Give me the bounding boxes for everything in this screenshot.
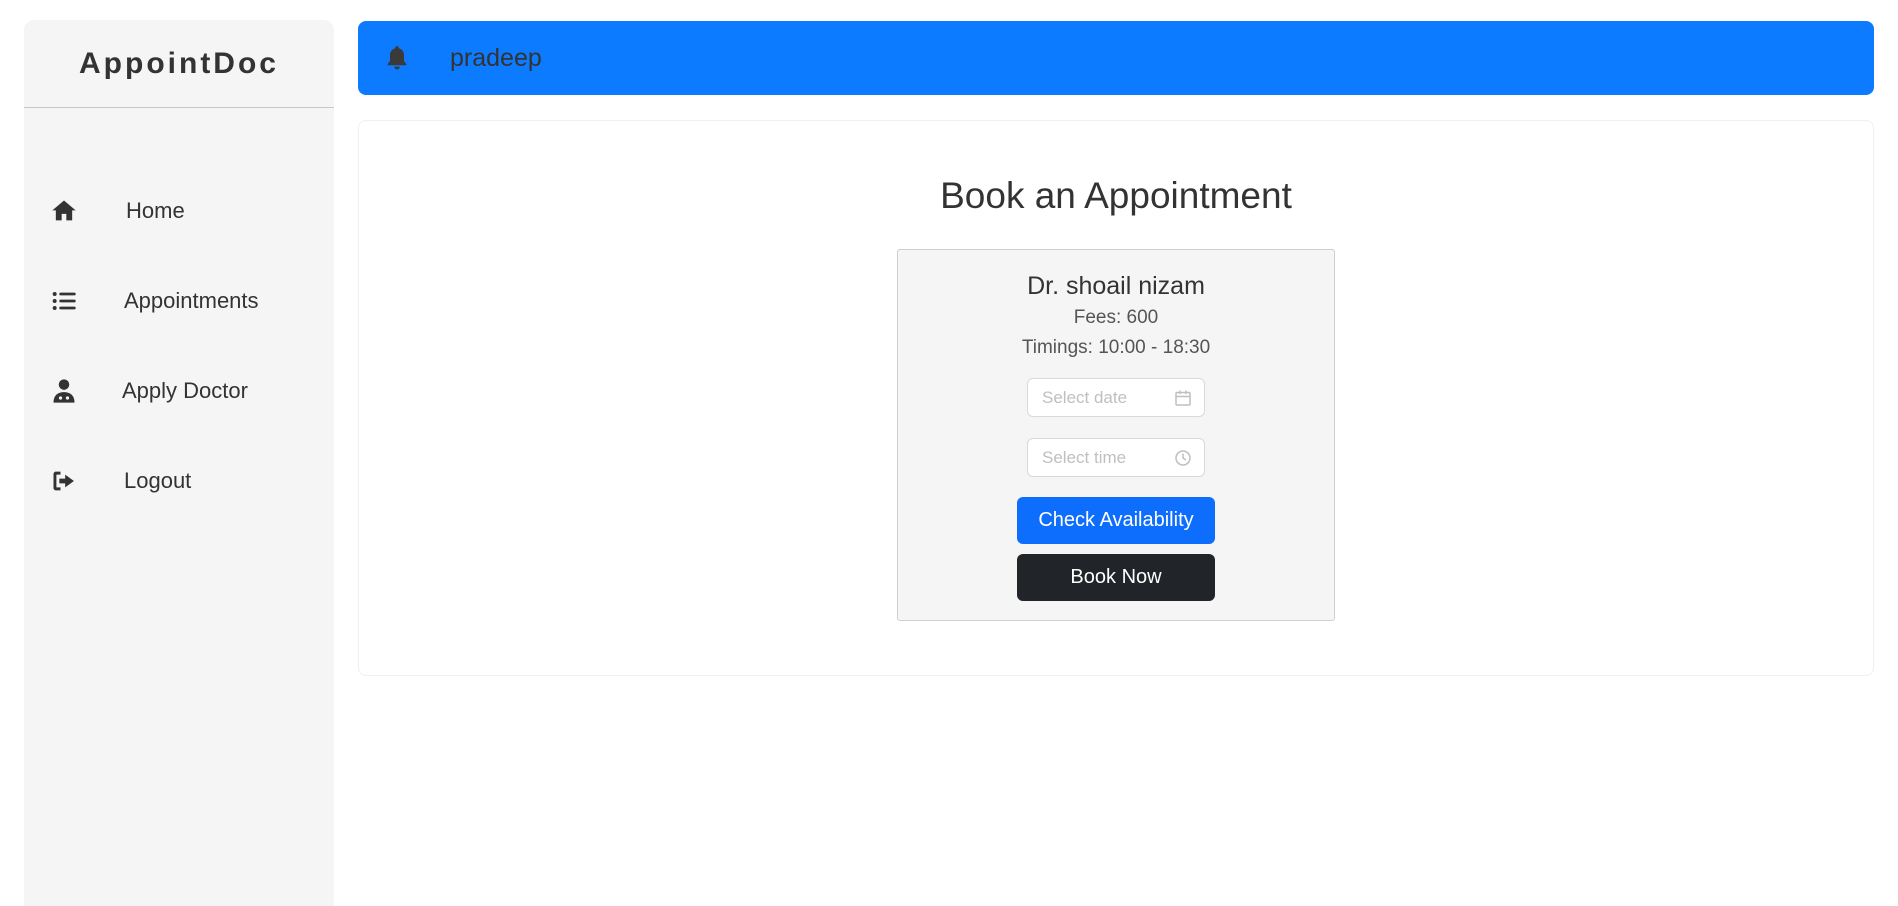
sidebar-item-label: Appointments — [124, 288, 259, 313]
doctor-booking-card: Dr. shoail nizam Fees: 600 Timings: 10:0… — [897, 249, 1335, 621]
doctor-icon — [48, 375, 80, 407]
date-picker-input[interactable]: Select date — [1027, 378, 1205, 417]
brand-logo: AppointDoc — [24, 20, 334, 108]
sidebar-item-logout[interactable]: Logout — [24, 436, 334, 526]
sidebar-item-label: Home — [126, 198, 185, 223]
logout-icon — [48, 465, 80, 497]
page-title: Book an Appointment — [940, 175, 1292, 216]
check-availability-button[interactable]: Check Availability — [1017, 497, 1215, 544]
doctor-fees: Fees: 600 — [1073, 307, 1159, 328]
sidebar-menu: Home Appointments Apply Doctor Logout — [24, 166, 334, 526]
bell-icon[interactable] — [382, 43, 412, 73]
sidebar-item-home[interactable]: Home — [24, 166, 334, 256]
date-placeholder: Select date — [1042, 387, 1128, 407]
doctor-name: Dr. shoail nizam — [1027, 272, 1205, 300]
username: pradeep — [450, 43, 542, 72]
sidebar-item-apply-doctor[interactable]: Apply Doctor — [24, 346, 334, 436]
home-icon — [48, 195, 80, 227]
header-bar: pradeep — [358, 21, 1874, 95]
sidebar: AppointDoc Home Appointments Apply Docto… — [24, 20, 334, 906]
clock-icon — [1175, 449, 1191, 466]
sidebar-item-label: Apply Doctor — [122, 378, 248, 403]
sidebar-item-appointments[interactable]: Appointments — [24, 256, 334, 346]
calendar-icon — [1175, 390, 1191, 406]
time-placeholder: Select time — [1042, 447, 1127, 467]
main-content: Book an Appointment Dr. shoail nizam Fee… — [358, 120, 1874, 676]
sidebar-item-label: Logout — [124, 468, 192, 493]
list-icon — [48, 285, 80, 317]
book-now-button[interactable]: Book Now — [1017, 554, 1215, 601]
time-picker-input[interactable]: Select time — [1027, 438, 1205, 477]
doctor-timings: Timings: 10:00 - 18:30 — [1021, 337, 1211, 358]
